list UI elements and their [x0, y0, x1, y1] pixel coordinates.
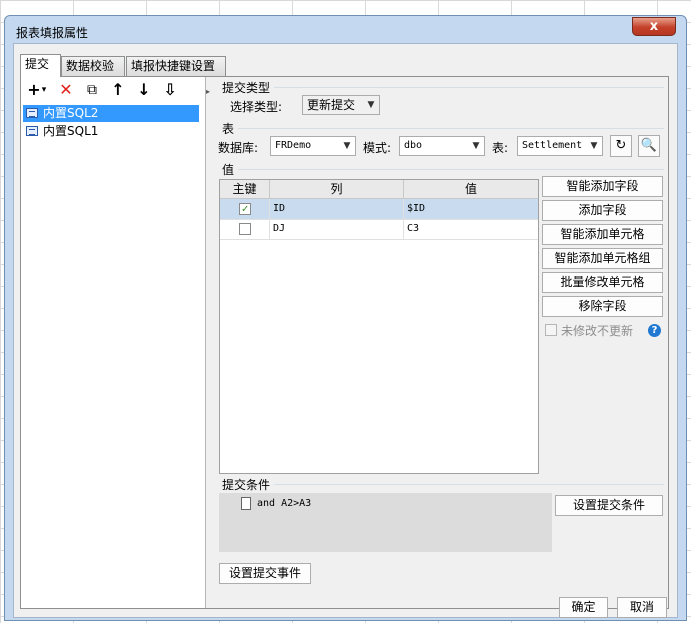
database-value: FRDemo: [275, 140, 312, 151]
no-update-unchanged-checkbox[interactable]: 未修改不更新: [545, 322, 645, 338]
column-header-key[interactable]: 主键: [220, 180, 270, 198]
key-cell: ✓: [220, 199, 270, 219]
move-up-icon[interactable]: ↑: [107, 79, 129, 101]
smart-add-field-button[interactable]: 智能添加字段: [542, 176, 663, 197]
database-label: 数据库:: [218, 141, 259, 155]
table-select[interactable]: Settlement ▼: [517, 136, 603, 156]
search-document-icon: 🔍: [640, 138, 658, 153]
help-icon[interactable]: ?: [648, 324, 661, 337]
section-divider: [238, 169, 664, 170]
tab-data-validation[interactable]: 数据校验: [61, 56, 125, 76]
condition-list[interactable]: and A2>A3: [219, 493, 552, 552]
column-cell[interactable]: ID: [270, 199, 404, 219]
grid-header: 主键 列 值: [220, 180, 538, 199]
schema-value: dbo: [404, 140, 423, 151]
tree-item-label: 内置SQL1: [43, 124, 99, 138]
primary-key-checkbox[interactable]: [239, 223, 251, 235]
value-cell[interactable]: C3: [404, 219, 538, 239]
submit-config-pane: 提交类型 选择类型: 更新提交 ▼ 表 数据库: FRDemo ▼ 模式: db…: [212, 77, 668, 608]
tab-submit[interactable]: 提交: [20, 54, 61, 77]
section-divider: [274, 484, 664, 485]
select-type-label: 选择类型:: [230, 100, 283, 114]
chevron-down-icon: ▼: [367, 100, 375, 110]
tree-item-sql2[interactable]: 内置SQL2: [23, 105, 199, 122]
submit-type-select[interactable]: 更新提交 ▼: [302, 95, 380, 115]
tree-item-label: 内置SQL2: [43, 106, 99, 120]
table-value: Settlement: [522, 140, 583, 151]
preview-table-button[interactable]: 🔍: [638, 135, 660, 157]
no-update-unchanged-label: 未修改不更新: [561, 324, 634, 338]
set-submit-event-button[interactable]: 设置提交事件: [219, 563, 311, 584]
value-cell[interactable]: $ID: [404, 199, 538, 219]
smart-add-cell-button[interactable]: 智能添加单元格: [542, 224, 663, 245]
dialog-title: 报表填报属性: [16, 26, 89, 40]
add-field-button[interactable]: 添加字段: [542, 200, 663, 221]
document-icon: [241, 497, 251, 510]
close-icon: x: [649, 19, 659, 34]
schema-label: 模式:: [363, 141, 392, 155]
tree-item-sql1[interactable]: 内置SQL1: [23, 123, 199, 140]
sort-icon[interactable]: ⇩: [159, 79, 181, 101]
field-grid: 主键 列 值 ✓ ID $ID DJ C3: [219, 179, 539, 474]
column-cell[interactable]: DJ: [270, 219, 404, 239]
move-down-icon[interactable]: ↓: [133, 79, 155, 101]
report-fill-properties-dialog: 报表填报属性 x 提交 数据校验 填报快捷键设置 + ▾ ✕ ⧉ ↑ ↓ ⇩ 内…: [4, 15, 687, 621]
submit-condition-section-label: 提交条件: [222, 478, 271, 492]
checkbox-box: [545, 324, 557, 336]
database-select[interactable]: FRDemo ▼: [270, 136, 356, 156]
submit-type-value: 更新提交: [307, 98, 356, 112]
submit-tab-panel: + ▾ ✕ ⧉ ↑ ↓ ⇩ 内置SQL2 内置SQL1 ▸ 提交类型 选择类型:…: [20, 76, 669, 609]
table-icon: [26, 126, 38, 136]
cancel-button[interactable]: 取消: [617, 597, 667, 618]
close-button[interactable]: x: [632, 17, 676, 36]
dialog-titlebar[interactable]: 报表填报属性 x: [5, 16, 686, 44]
batch-modify-cells-button[interactable]: 批量修改单元格: [542, 272, 663, 293]
ok-button[interactable]: 确定: [559, 597, 608, 618]
chevron-down-icon: ▼: [343, 141, 351, 151]
tab-shortcut-settings[interactable]: 填报快捷键设置: [126, 56, 226, 76]
refresh-icon: ↻: [615, 138, 627, 153]
smart-add-cell-group-button[interactable]: 智能添加单元格组: [542, 248, 663, 269]
delete-icon[interactable]: ✕: [55, 79, 77, 101]
table-section-label: 表: [222, 122, 235, 136]
chevron-down-icon: ▼: [590, 141, 598, 151]
schema-select[interactable]: dbo ▼: [399, 136, 485, 156]
condition-text: and A2>A3: [257, 498, 312, 509]
copy-icon[interactable]: ⧉: [81, 79, 103, 101]
sql-list-pane: + ▾ ✕ ⧉ ↑ ↓ ⇩ 内置SQL2 内置SQL1: [21, 77, 206, 608]
section-divider: [274, 87, 664, 88]
refresh-button[interactable]: ↻: [610, 135, 632, 157]
condition-item[interactable]: and A2>A3: [241, 497, 311, 511]
key-cell: [220, 219, 270, 239]
table-icon: [26, 108, 38, 118]
remove-field-button[interactable]: 移除字段: [542, 296, 663, 317]
dialog-client: 提交 数据校验 填报快捷键设置 + ▾ ✕ ⧉ ↑ ↓ ⇩ 内置SQL2 内置S…: [13, 43, 678, 618]
value-section-label: 值: [222, 163, 235, 177]
table-row[interactable]: ✓ ID $ID: [220, 199, 538, 220]
add-dropdown-icon[interactable]: ▾: [39, 79, 49, 101]
chevron-down-icon: ▼: [472, 141, 480, 151]
collapse-arrow-icon[interactable]: ▸: [206, 87, 210, 96]
submit-type-section-label: 提交类型: [222, 81, 271, 95]
set-submit-condition-button[interactable]: 设置提交条件: [555, 495, 663, 516]
column-header-column[interactable]: 列: [270, 180, 404, 198]
column-header-value[interactable]: 值: [404, 180, 538, 198]
primary-key-checkbox[interactable]: ✓: [239, 203, 251, 215]
section-divider: [238, 128, 664, 129]
table-label: 表:: [492, 141, 509, 155]
table-row[interactable]: DJ C3: [220, 219, 538, 240]
